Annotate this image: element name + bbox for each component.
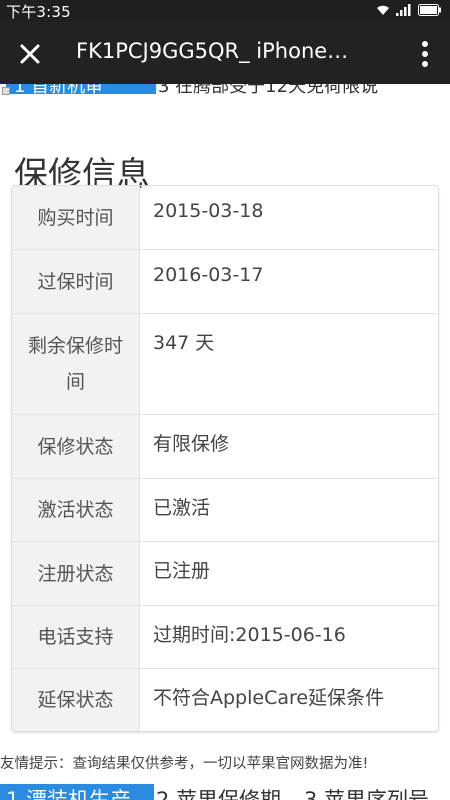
tab-new-device-check[interactable]: 1 首新机审 — [6, 84, 156, 94]
table-row: 电话支持 过期时间:2015-06-16 — [12, 605, 438, 668]
row-value: 已激活 — [153, 497, 211, 519]
more-vertical-icon — [422, 41, 428, 67]
row-label: 保修状态 — [12, 415, 140, 478]
image-icon — [2, 87, 10, 95]
row-label: 注册状态 — [12, 542, 140, 605]
close-icon — [20, 44, 40, 64]
battery-icon — [418, 4, 441, 16]
table-row: 购买时间 2015-03-18 — [12, 186, 438, 249]
more-options-button[interactable] — [410, 36, 440, 72]
warranty-table: 购买时间 2015-03-18 过保时间 2016-03-17 剩余保修时间 3… — [11, 185, 439, 732]
wifi-icon — [377, 5, 389, 15]
table-row: 延保状态 不符合AppleCare延保条件 — [12, 668, 438, 731]
page-title: FK1PCJ9GG5QR_ iPhone… — [76, 39, 349, 63]
row-value: 347 天 — [153, 332, 215, 354]
row-value: 2015-03-18 — [153, 200, 264, 222]
status-bar: 下午3:35 — [0, 0, 450, 22]
table-row: 剩余保修时间 347 天 — [12, 313, 438, 414]
row-label: 电话支持 — [12, 606, 140, 668]
signal-icon — [396, 4, 411, 16]
app-bar: FK1PCJ9GG5QR_ iPhone… — [0, 22, 450, 84]
table-row: 激活状态 已激活 — [12, 478, 438, 541]
row-label: 激活状态 — [12, 479, 140, 541]
row-label: 购买时间 — [12, 186, 140, 249]
row-value: 过期时间:2015-06-16 — [153, 624, 346, 646]
table-row: 保修状态 有限保修 — [12, 414, 438, 478]
status-time: 下午3:35 — [6, 3, 71, 21]
table-row: 过保时间 2016-03-17 — [12, 249, 438, 313]
row-label: 过保时间 — [12, 250, 140, 313]
tab-next[interactable]: 3 在腾部受于12天免荷限说 — [158, 84, 378, 98]
row-label: 延保状态 — [12, 669, 140, 731]
table-row: 注册状态 已注册 — [12, 541, 438, 605]
tab-apple-warranty[interactable]: 2 苹果保修期 — [150, 784, 281, 800]
tab-apple-serial[interactable]: 3 苹果序列号 — [298, 784, 429, 800]
system-icons — [376, 4, 442, 16]
close-button[interactable] — [12, 36, 48, 72]
bottom-tabs: 1 漂装机生产 2 苹果保修期 3 苹果序列号 — [0, 776, 450, 800]
top-tabs-strip: 1 首新机审 3 在腾部受于12天免荷限说 — [0, 84, 450, 98]
tab-install-production[interactable]: 1 漂装机生产 — [0, 784, 154, 800]
row-value: 有限保修 — [153, 433, 230, 455]
row-value: 已注册 — [153, 560, 211, 582]
row-value: 不符合AppleCare延保条件 — [153, 687, 385, 709]
row-value: 2016-03-17 — [153, 264, 264, 286]
row-label: 剩余保修时间 — [12, 314, 140, 414]
disclaimer-note: 友情提示：查询结果仅供参考，一切以苹果官网数据为准! — [0, 756, 369, 772]
